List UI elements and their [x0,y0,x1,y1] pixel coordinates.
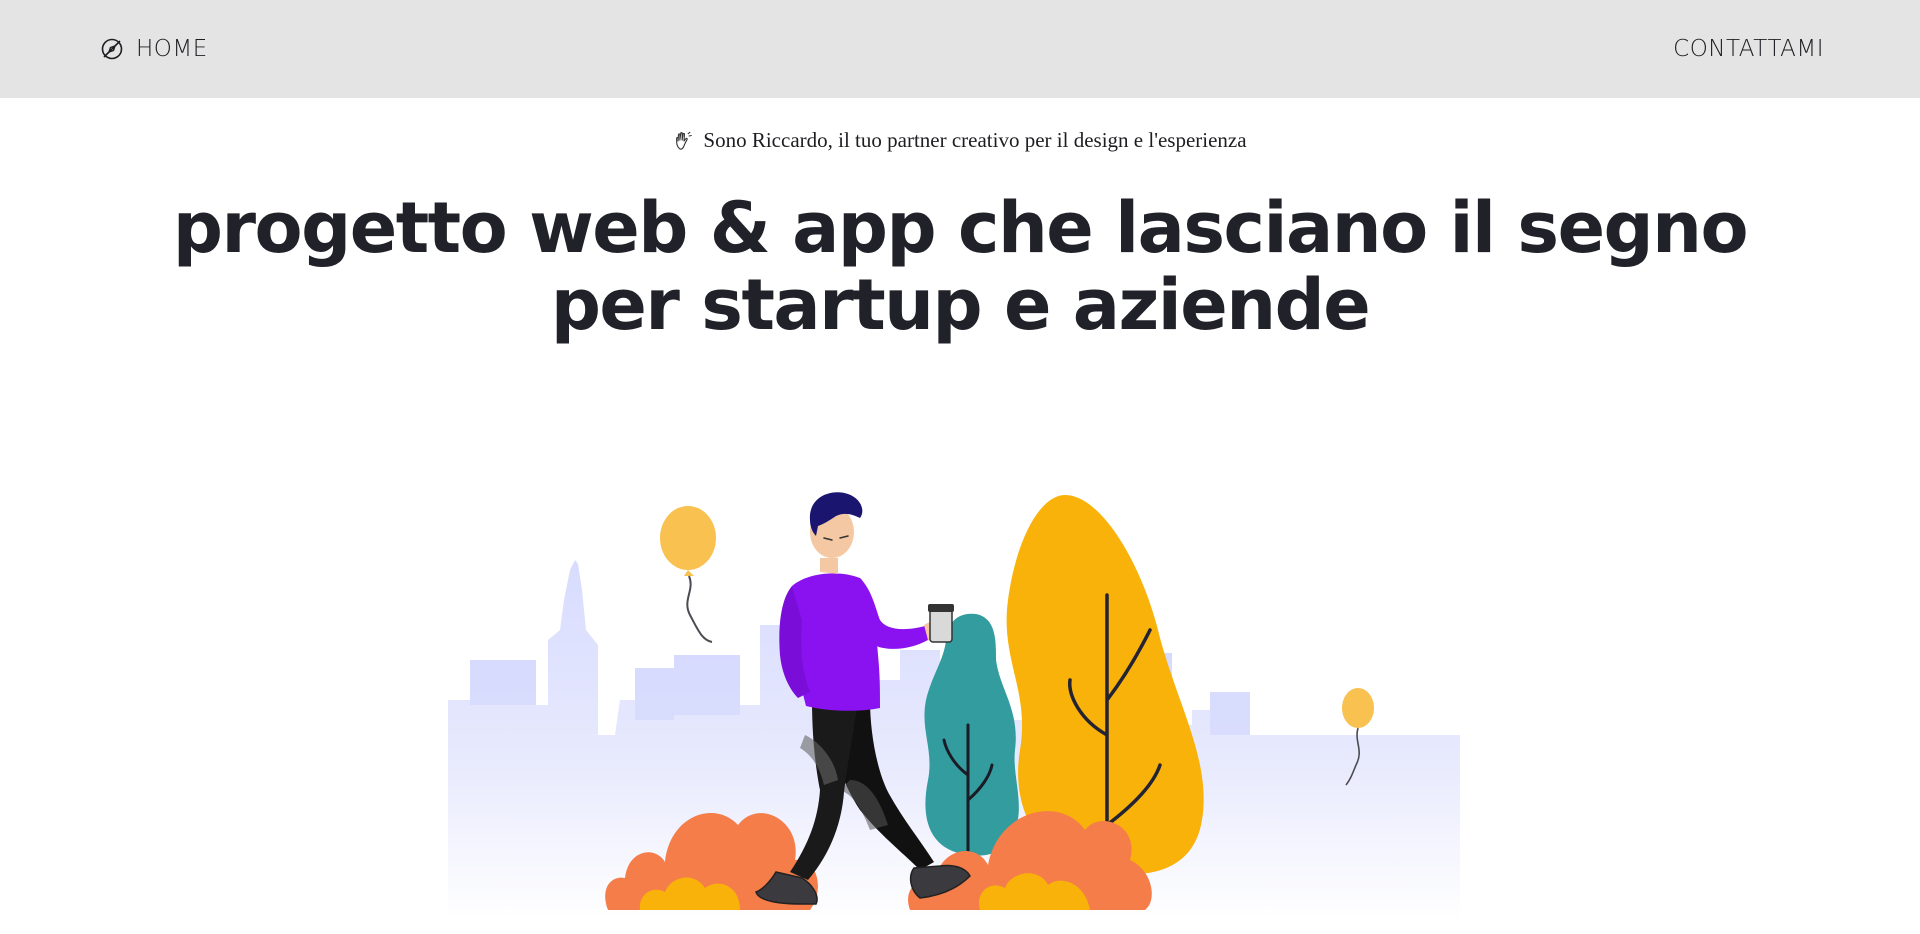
intro-text: Sono Riccardo, il tuo partner creativo p… [703,128,1247,152]
hero-headline: progetto web & app che lasciano il segno… [172,187,1749,346]
intro-line: Sono Riccardo, il tuo partner creativo p… [0,128,1920,153]
contact-link[interactable]: CONTATTAMI [1673,34,1824,64]
balloon-left [660,506,716,643]
top-navbar: HOME CONTATTAMI [0,0,1920,98]
hero-illustration [440,480,1460,920]
city-walk-illustration [448,492,1460,920]
compass-icon [101,38,123,60]
waving-hand-icon [676,131,693,150]
home-link[interactable]: HOME [100,34,208,64]
home-link-label: HOME [136,36,208,62]
